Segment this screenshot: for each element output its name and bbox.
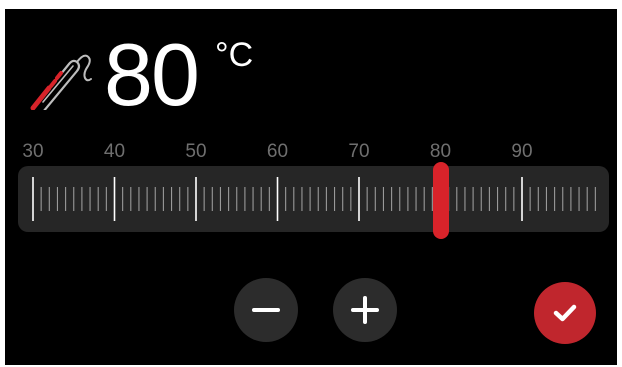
scale-label: 80: [429, 141, 452, 162]
slider-handle[interactable]: [432, 162, 449, 239]
temperature-unit: °C: [215, 36, 254, 74]
temperature-slider[interactable]: [18, 166, 609, 232]
decrease-button[interactable]: [234, 278, 298, 342]
check-icon: [553, 303, 577, 323]
scale-label: 50: [185, 141, 207, 162]
minus-icon: [251, 295, 281, 325]
temperature-value: 80: [104, 25, 200, 124]
scale-label: 60: [266, 141, 289, 162]
screen: 80 °C 30 40 50 60 70 80 90: [5, 9, 617, 365]
increase-button[interactable]: [333, 278, 397, 342]
meat-probe-icon: [29, 48, 95, 114]
scale-label: 70: [348, 141, 370, 162]
confirm-button[interactable]: [534, 282, 596, 344]
scale-labels: 30 40 50 60 70 80 90: [5, 141, 617, 165]
scale-label: 90: [511, 141, 533, 162]
slider-ruler: [32, 177, 596, 221]
scale-label: 40: [103, 141, 126, 162]
scale-label: 30: [22, 141, 44, 162]
plus-icon: [350, 295, 380, 325]
